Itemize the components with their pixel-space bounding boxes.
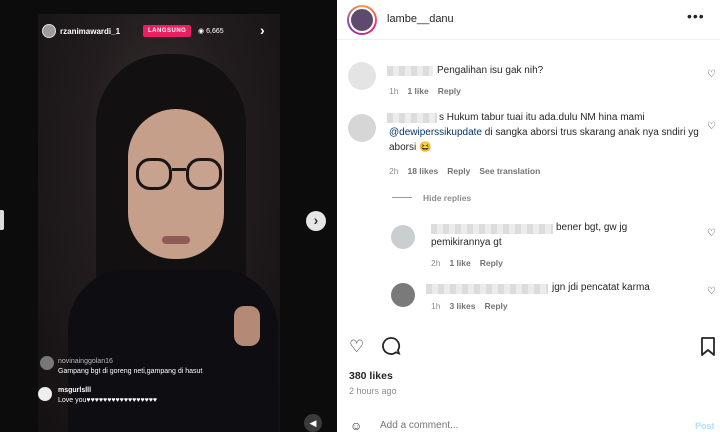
comment-text: Pengalihan isu gak nih? xyxy=(437,65,544,76)
live-username[interactable]: rzanimawardi_1 xyxy=(60,27,120,36)
speaker-icon[interactable]: ◀ xyxy=(304,414,322,432)
author-username[interactable]: lambe__danu xyxy=(387,13,454,25)
reply-time: 2h xyxy=(431,258,441,268)
author-avatar[interactable] xyxy=(347,5,377,35)
video-person-mouth xyxy=(162,236,190,244)
live-comment-avatar xyxy=(38,387,52,401)
post-time[interactable]: 2 hours ago xyxy=(349,386,397,396)
replies-divider xyxy=(392,197,412,198)
emoji-icon[interactable]: ☺ xyxy=(350,419,362,432)
live-comment-text: Love you♥♥♥♥♥♥♥♥♥♥♥♥♥♥♥♥♥ xyxy=(58,397,158,404)
reply-likes[interactable]: 1 like xyxy=(449,258,470,268)
comment-meta: 1h 1 like Reply xyxy=(389,86,470,96)
reply-text-continued: pemikirannya gt xyxy=(431,237,502,248)
live-badge: LANGSUNG xyxy=(143,25,192,37)
chevron-right-icon[interactable]: › xyxy=(260,22,265,38)
commenter-avatar[interactable] xyxy=(348,114,376,142)
comment-likes[interactable]: 1 like xyxy=(407,86,428,96)
comment-likes[interactable]: 18 likes xyxy=(407,166,438,176)
glasses-left xyxy=(136,158,172,190)
blurred-username xyxy=(387,66,433,76)
eye-icon: ◉ xyxy=(198,28,205,35)
live-comment-text: Gampang bgt di goreng neti,gampang di ha… xyxy=(58,368,203,375)
reply-button[interactable]: Reply xyxy=(447,166,470,176)
post-header: lambe__danu ••• xyxy=(337,0,720,40)
bookmark-icon[interactable] xyxy=(700,337,716,361)
live-comment-avatar xyxy=(40,356,54,370)
blurred-username xyxy=(431,224,553,234)
reply-time: 1h xyxy=(431,301,441,311)
reply-button[interactable]: Reply xyxy=(484,301,507,311)
live-user-avatar[interactable] xyxy=(42,24,56,38)
glasses-right xyxy=(186,158,222,190)
glasses-bridge xyxy=(172,168,186,171)
reply-button[interactable]: Reply xyxy=(438,86,461,96)
hide-replies-button[interactable]: Hide replies xyxy=(423,193,471,203)
video-person-hand xyxy=(234,306,260,346)
commenter-avatar[interactable] xyxy=(348,62,376,90)
viewer-count: ◉ 6,665 xyxy=(198,27,224,35)
more-options-icon[interactable]: ••• xyxy=(687,8,705,24)
reply-text: bener bgt, gw jg xyxy=(556,222,628,233)
like-reply-icon[interactable]: ♡ xyxy=(707,228,716,239)
video-person-shirt xyxy=(68,269,278,432)
post-comment-button[interactable]: Post xyxy=(695,421,715,431)
previous-post-edge[interactable] xyxy=(0,210,4,230)
see-translation-link[interactable]: See translation xyxy=(479,166,540,176)
like-comment-icon[interactable]: ♡ xyxy=(707,121,716,132)
reply-text: jgn jdi pencatat karma xyxy=(552,282,650,293)
comment-icon[interactable] xyxy=(381,336,401,361)
reply-meta: 1h 3 likes Reply xyxy=(431,301,517,311)
likes-count[interactable]: 380 likes xyxy=(349,370,393,382)
reply-button[interactable]: Reply xyxy=(480,258,503,268)
reply-likes[interactable]: 3 likes xyxy=(449,301,475,311)
comment-mention[interactable]: @dewiperssikupdate xyxy=(389,127,482,138)
comment-time: 1h xyxy=(389,86,399,96)
replier-avatar[interactable] xyxy=(391,283,415,307)
viewer-count-value: 6,665 xyxy=(206,28,224,35)
reply-meta: 2h 1 like Reply xyxy=(431,258,512,268)
blurred-username xyxy=(426,284,548,294)
like-reply-icon[interactable]: ♡ xyxy=(707,286,716,297)
add-comment-input[interactable] xyxy=(380,420,660,431)
next-post-button[interactable]: › xyxy=(306,211,326,231)
live-comment-name: novinainggolan16 xyxy=(58,358,113,365)
heart-icon[interactable]: ♡ xyxy=(349,337,364,357)
comment-time: 2h xyxy=(389,166,399,176)
replier-avatar[interactable] xyxy=(391,225,415,249)
live-comment-name: msgurlslll xyxy=(58,387,92,394)
comment-meta: 2h 18 likes Reply See translation xyxy=(389,166,549,176)
comment-text: s Hukum tabur tuai itu ada.dulu NM hina … xyxy=(389,112,699,153)
like-comment-icon[interactable]: ♡ xyxy=(707,69,716,80)
